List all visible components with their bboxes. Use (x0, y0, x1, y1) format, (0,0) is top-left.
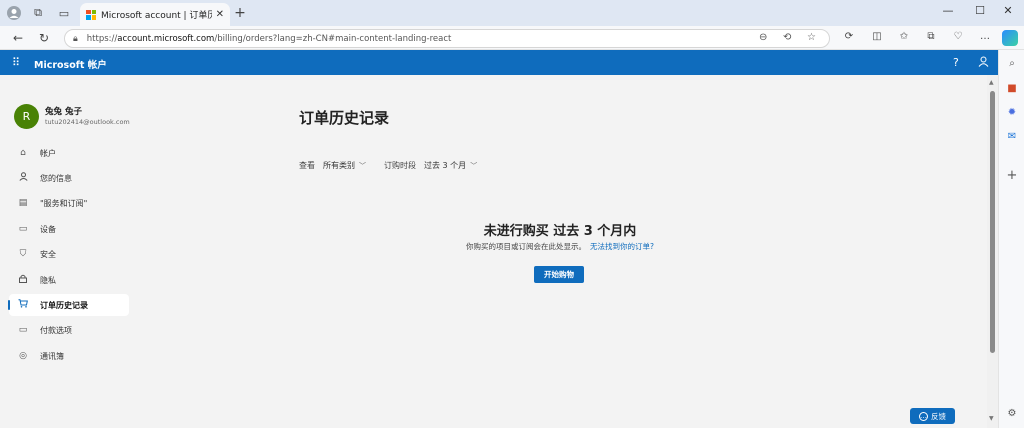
empty-state-title: 未进行购买 过去 3 个月内 (483, 224, 637, 239)
page-content: R 兔兔 兔子 tutu202414@outlook.com ⌂ 帐户 您的信息… (0, 75, 987, 428)
browser-essentials-icon[interactable]: ♡ (951, 31, 965, 42)
category-select-value[interactable]: 所有类别 (323, 161, 355, 170)
category-filter[interactable]: 查看 所有类别 ﹀ (299, 160, 366, 171)
person-icon (16, 172, 30, 184)
page-scrollbar[interactable]: ▲ ▼ (987, 75, 998, 428)
copilot-icon[interactable] (1002, 30, 1018, 46)
close-window-button[interactable]: ✕ (998, 4, 1018, 17)
read-aloud-icon[interactable]: ⟲ (783, 32, 791, 43)
back-icon[interactable]: ← (10, 30, 26, 46)
sidebar-item-label: 隐私 (40, 275, 56, 285)
tools-icon[interactable]: ✹ (1005, 105, 1019, 119)
filter-label: 订购时段 (384, 161, 416, 170)
feedback-button[interactable]: … 反馈 (910, 408, 955, 424)
sidebar-item-privacy[interactable]: 隐私 (9, 269, 129, 291)
sidebar-item-address-book[interactable]: ◎ 通讯簿 (9, 345, 129, 367)
brand-title[interactable]: Microsoft 帐户 (34, 57, 107, 71)
shopping-icon[interactable]: ■ (1005, 81, 1019, 95)
browser-toolbar: ← ↻ 🔒︎ https://account.microsoft.com/bil… (0, 26, 1024, 50)
extensions-icon[interactable]: ⟳ (842, 31, 856, 42)
cant-find-order-link[interactable]: 无法找到你的订单? (590, 242, 654, 251)
add-sidebar-icon[interactable]: + (1005, 168, 1019, 183)
scroll-up-icon[interactable]: ▲ (989, 79, 994, 86)
sidebar-item-your-info[interactable]: 您的信息 (9, 167, 129, 189)
avatar[interactable]: R (14, 104, 39, 129)
app-launcher-icon[interactable]: ⠿ (12, 56, 20, 69)
period-select-value[interactable]: 过去 3 个月 (424, 161, 466, 170)
help-icon[interactable]: ? (953, 56, 959, 69)
url-text: https://account.microsoft.com/billing/or… (86, 33, 452, 44)
more-menu-icon[interactable]: … (978, 31, 992, 42)
account-icon[interactable] (978, 56, 989, 70)
cart-icon (16, 299, 30, 311)
feedback-label: 反馈 (931, 411, 946, 421)
chevron-down-icon: ﹀ (359, 162, 366, 170)
microsoft-logo-icon (86, 9, 96, 20)
page-title: 订单历史记录 (299, 109, 390, 127)
sidebar-item-payment-options[interactable]: ▭ 付款选项 (9, 319, 129, 341)
sidebar-item-label: 付款选项 (40, 325, 72, 335)
sidebar-item-services[interactable]: ▤ "服务和订阅" (9, 192, 129, 214)
empty-state-message: 你购买的项目或订阅会在此处显示。 无法找到你的订单? (0, 241, 1024, 252)
user-email: tutu202414@outlook.com (45, 118, 130, 126)
browser-tab[interactable]: Microsoft account | 订单历史记录 ✕ (80, 3, 230, 26)
start-shopping-button[interactable]: 开始购物 (534, 266, 584, 283)
sidebar-item-order-history[interactable]: 订单历史记录 (8, 294, 129, 316)
title-bar: ⧉ ▭ Microsoft account | 订单历史记录 ✕ + — ☐ ✕ (0, 0, 1024, 26)
outlook-icon[interactable]: ✉ (1005, 129, 1019, 143)
split-screen-icon[interactable]: ◫ (870, 31, 884, 42)
edge-sidebar: ⌕ ■ ✹ ✉ + ⚙ (998, 50, 1024, 428)
chat-icon: … (919, 411, 928, 421)
card-icon: ▭ (18, 325, 28, 335)
sidebar-item-label: 订单历史记录 (40, 300, 88, 310)
chevron-down-icon: ﹀ (470, 162, 478, 170)
home-icon: ⌂ (20, 148, 26, 158)
maximize-button[interactable]: ☐ (970, 4, 990, 17)
site-header: ⠿ Microsoft 帐户 ? (0, 50, 998, 75)
profile-icon[interactable] (6, 5, 22, 21)
tab-title: Microsoft account | 订单历史记录 (101, 11, 212, 21)
location-icon: ◎ (19, 351, 27, 361)
filter-label: 查看 (299, 161, 315, 170)
sidebar-item-label: 帐户 (40, 148, 56, 158)
address-bar[interactable]: 🔒︎ https://account.microsoft.com/billing… (64, 29, 830, 48)
scrollbar-thumb[interactable] (990, 91, 995, 353)
sidebar-item-label: 您的信息 (40, 173, 72, 183)
new-tab-icon[interactable]: + (232, 5, 248, 21)
settings-icon[interactable]: ⚙ (1005, 406, 1019, 420)
scroll-down-icon[interactable]: ▼ (989, 415, 994, 422)
lock-icon: 🔒︎ (73, 33, 78, 44)
sidebar-item-label: 通讯簿 (40, 351, 64, 361)
favorites-icon[interactable]: ✩ (897, 31, 911, 42)
favorite-star-icon[interactable]: ☆ (807, 32, 816, 43)
search-icon[interactable]: ⌕ (1005, 56, 1019, 70)
zoom-icon[interactable]: ⊖ (759, 32, 767, 43)
lock-icon (16, 274, 30, 286)
close-tab-icon[interactable]: ✕ (216, 9, 224, 20)
minimize-button[interactable]: — (938, 4, 958, 17)
sidebar-item-account[interactable]: ⌂ 帐户 (9, 142, 129, 164)
tab-actions-icon[interactable]: ▭ (56, 5, 72, 21)
workspaces-icon[interactable]: ⧉ (30, 5, 46, 21)
period-filter[interactable]: 订购时段 过去 3 个月 ﹀ (384, 160, 477, 171)
browser-window: ⧉ ▭ Microsoft account | 订单历史记录 ✕ + — ☐ ✕… (0, 0, 1024, 428)
refresh-icon[interactable]: ↻ (36, 30, 52, 46)
sidebar-item-label: "服务和订阅" (40, 198, 88, 208)
empty-message-text: 你购买的项目或订阅会在此处显示。 (466, 242, 586, 251)
user-name: 兔兔 兔子 (45, 107, 82, 117)
subscription-icon: ▤ (18, 198, 28, 208)
collections-icon[interactable]: ⧉ (924, 31, 938, 42)
